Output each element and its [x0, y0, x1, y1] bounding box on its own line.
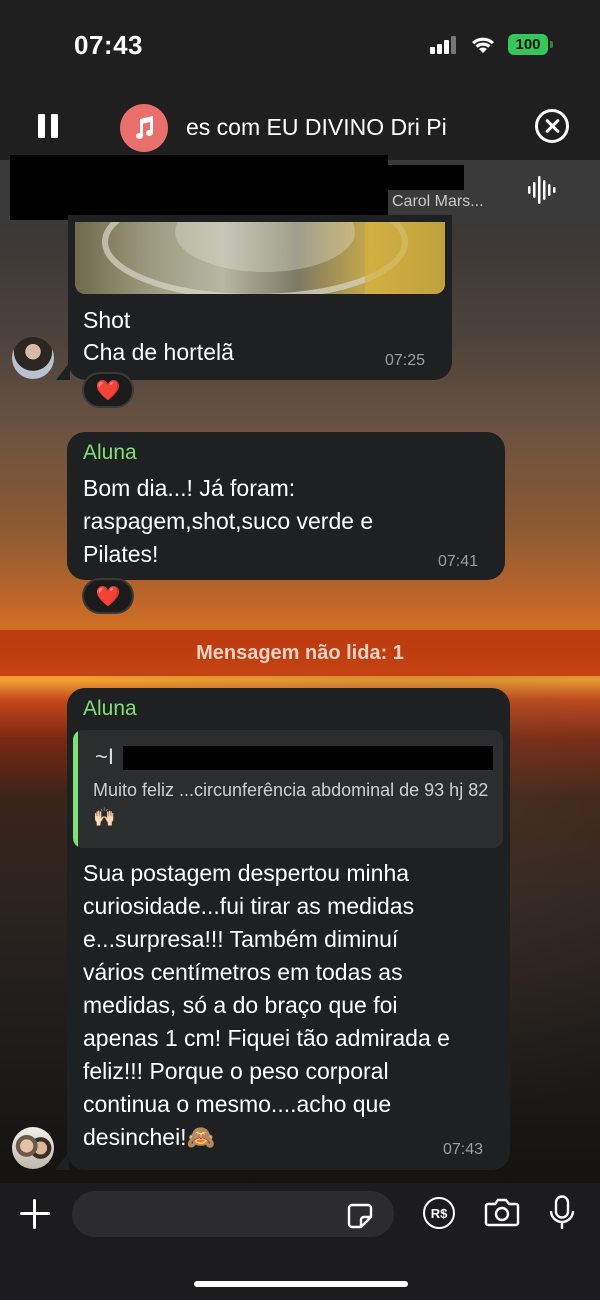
- message-body: Sua postagem despertou minha curiosidade…: [83, 857, 503, 1154]
- home-indicator: [194, 1281, 408, 1287]
- message-line: medidas, só a do braço que foi: [83, 992, 398, 1018]
- avatar[interactable]: [12, 337, 54, 379]
- unread-separator: Mensagem não lida: 1: [0, 630, 600, 676]
- music-icon: [120, 104, 168, 152]
- message-text: Cha de hortelã: [83, 339, 234, 365]
- unread-label: Mensagem não lida: 1: [196, 641, 404, 664]
- message-line: Sua postagem despertou minha: [83, 860, 410, 886]
- heart-icon: ❤️: [95, 379, 121, 402]
- message-image[interactable]: [75, 222, 445, 294]
- message-line: feliz!!! Porque o peso corporal: [83, 1058, 389, 1084]
- quote-accent-bar: [73, 730, 78, 848]
- message-line: desinchei!🙈: [83, 1124, 216, 1150]
- plus-icon[interactable]: [20, 1199, 50, 1229]
- quoted-message[interactable]: ~I Muito feliz ...circunferência abdomin…: [73, 730, 503, 848]
- redacted-block: [123, 746, 493, 770]
- wifi-icon: [470, 33, 496, 60]
- message-line: continua o mesmo....acho que: [83, 1091, 392, 1117]
- redacted-block: [10, 155, 388, 220]
- reaction-badge[interactable]: ❤️: [82, 372, 134, 408]
- message-time: 07:41: [438, 553, 479, 570]
- message-text: raspagem,shot,suco verde e: [83, 508, 374, 534]
- message-text: Pilates!: [83, 541, 159, 567]
- cellular-signal-icon: [430, 36, 460, 54]
- message-line: vários centímetros em todas as: [83, 959, 403, 985]
- heart-icon: ❤️: [95, 585, 121, 608]
- composer-bar: R$: [0, 1183, 600, 1300]
- sender-name[interactable]: Aluna: [83, 697, 137, 721]
- player-title[interactable]: es com EU DIVINO Dri Pi: [186, 114, 486, 141]
- status-time: 07:43: [74, 30, 143, 60]
- waveform-icon[interactable]: [526, 174, 558, 211]
- reaction-badge[interactable]: ❤️: [82, 578, 134, 614]
- close-icon[interactable]: [535, 109, 569, 143]
- message-line: e...surpresa!!! Também diminuí: [83, 926, 399, 952]
- quote-text: Muito feliz ...circunferência abdominal …: [93, 780, 489, 827]
- camera-icon[interactable]: [484, 1197, 520, 1232]
- bubble-tail: [55, 1152, 69, 1170]
- pix-icon[interactable]: R$: [423, 1197, 455, 1229]
- media-player-bar[interactable]: es com EU DIVINO Dri Pi: [0, 98, 600, 158]
- quote-author: ~I: [95, 744, 114, 769]
- message-line: curiosidade...fui tirar as medidas: [83, 893, 415, 919]
- microphone-icon[interactable]: [549, 1195, 575, 1236]
- redacted-block: [388, 165, 464, 190]
- message-time: 07:43: [443, 1141, 484, 1158]
- pause-icon[interactable]: [38, 114, 60, 138]
- status-bar: 07:43 100: [0, 0, 600, 90]
- sender-name[interactable]: Aluna: [83, 441, 137, 465]
- avatar[interactable]: [12, 1127, 54, 1169]
- message-time: 07:25: [385, 352, 426, 369]
- bubble-tail: [56, 362, 70, 380]
- message-text: Shot: [83, 307, 131, 333]
- header-members: Carol Mars...: [392, 193, 484, 210]
- message-line: apenas 1 cm! Fiquei tão admirada e: [83, 1025, 450, 1051]
- battery-indicator: 100: [508, 34, 553, 55]
- sticker-icon[interactable]: [346, 1202, 374, 1235]
- message-text: Bom dia...! Já foram:: [83, 475, 296, 501]
